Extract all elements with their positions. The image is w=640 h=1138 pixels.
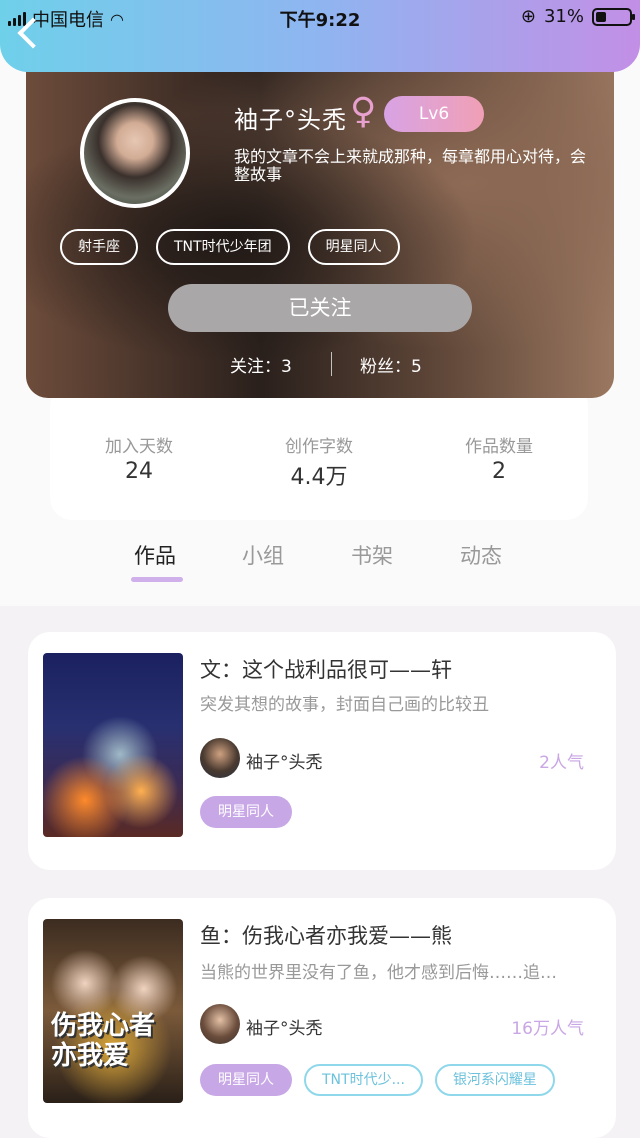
tab-bookshelf[interactable]: 书架 [351, 540, 393, 570]
stat-days: 加入天数 24 [59, 432, 219, 484]
author-avatar[interactable] [200, 1004, 240, 1044]
work-description: 突发其想的故事，封面自己画的比较丑 [200, 695, 489, 715]
work-title[interactable]: 鱼：伤我心者亦我爱——熊 [200, 920, 452, 950]
rotation-lock-icon: ⊕ [520, 6, 536, 27]
profile-tags: 射手座 TNT时代少年团 明星同人 [60, 229, 400, 265]
work-tag[interactable]: 明星同人 [200, 1064, 292, 1096]
status-bar: 中国电信 ◠ 下午9:22 ⊕ 31% [0, 0, 640, 34]
author-avatar[interactable] [200, 738, 240, 778]
stat-label: 作品数量 [465, 437, 533, 457]
stat-value: 24 [125, 459, 153, 484]
stat-label: 创作字数 [285, 437, 353, 457]
work-tags: 明星同人 TNT时代少... 银河系闪耀星 [200, 1064, 555, 1096]
bio-line: 整故事 [234, 166, 283, 184]
work-description: 当熊的世界里没有了鱼，他才感到后悔……追… [200, 963, 557, 983]
work-tag[interactable]: 明星同人 [200, 796, 292, 828]
profile-tag[interactable]: 射手座 [60, 229, 138, 265]
author-name[interactable]: 袖子°头秃 [246, 1014, 323, 1039]
stat-words: 创作字数 4.4万 [239, 432, 399, 491]
work-cover-image[interactable]: 伤我心者亦我爱 [43, 919, 183, 1103]
author-name[interactable]: 袖子°头秃 [246, 748, 323, 773]
female-gender-icon: ♀ [350, 91, 377, 132]
work-card[interactable]: 伤我心者亦我爱 鱼：伤我心者亦我爱——熊 当熊的世界里没有了鱼，他才感到后悔……… [28, 898, 616, 1138]
work-tag[interactable]: 银河系闪耀星 [434, 1064, 555, 1096]
username: 袖子°头秃 [234, 106, 347, 134]
tab-bar: 作品 小组 书架 动态 [0, 536, 640, 586]
tab-groups[interactable]: 小组 [242, 540, 284, 570]
profile-card: 袖子°头秃 ♀ Lv6 我的文章不会上来就成那种，每章都用心对待，会 整故事 射… [26, 40, 614, 398]
followers-count[interactable]: 粉丝：5 [360, 352, 422, 377]
cover-title-text: 伤我心者亦我爱 [51, 1011, 156, 1071]
stat-value: 2 [492, 459, 506, 484]
battery-icon [592, 7, 635, 26]
follow-button[interactable]: 已关注 [168, 284, 472, 332]
work-tag[interactable]: TNT时代少... [304, 1064, 423, 1096]
work-cover-image[interactable] [43, 653, 183, 837]
bio: 我的文章不会上来就成那种，每章都用心对待，会 整故事 [234, 148, 614, 184]
bio-line: 我的文章不会上来就成那种，每章都用心对待，会 [234, 148, 587, 166]
work-card[interactable]: 文：这个战利品很可——轩 突发其想的故事，封面自己画的比较丑 袖子°头秃 2人气… [28, 632, 616, 870]
tab-activity[interactable]: 动态 [460, 540, 502, 570]
work-title[interactable]: 文：这个战利品很可——轩 [200, 654, 452, 684]
profile-tag[interactable]: 明星同人 [307, 229, 400, 265]
work-tags: 明星同人 [200, 796, 292, 828]
profile-tag[interactable]: TNT时代少年团 [156, 229, 290, 265]
level-badge: Lv6 [384, 96, 484, 132]
popularity: 2人气 [539, 753, 584, 773]
active-tab-indicator [131, 577, 183, 582]
avatar[interactable] [80, 98, 190, 208]
stat-value: 4.4万 [290, 465, 348, 490]
top-bar: 中国电信 ◠ 下午9:22 ⊕ 31% [0, 0, 640, 72]
battery-percent: 31% [543, 6, 584, 27]
tab-works[interactable]: 作品 [134, 540, 176, 570]
divider [331, 352, 332, 376]
stats-card: 加入天数 24 创作字数 4.4万 作品数量 2 [50, 384, 588, 520]
stat-label: 加入天数 [105, 437, 173, 457]
stat-works: 作品数量 2 [419, 432, 579, 484]
popularity: 16万人气 [511, 1019, 584, 1039]
following-count[interactable]: 关注：3 [230, 352, 292, 377]
